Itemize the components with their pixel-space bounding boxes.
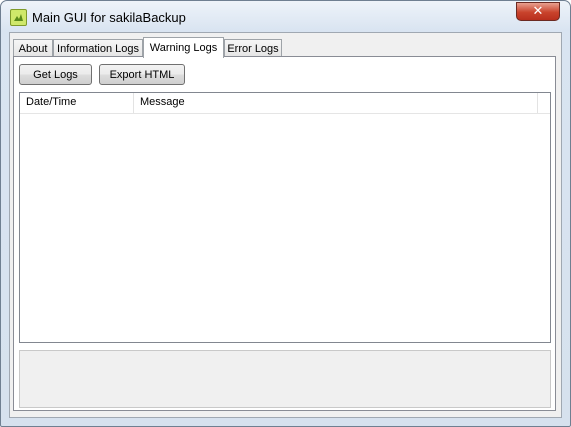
tab-information-logs[interactable]: Information Logs <box>53 39 143 57</box>
list-body[interactable] <box>20 114 550 342</box>
tab-about[interactable]: About <box>13 39 53 57</box>
column-header-message[interactable]: Message <box>134 93 538 113</box>
close-button[interactable]: ✕ <box>516 2 560 21</box>
column-header-datetime[interactable]: Date/Time <box>20 93 134 113</box>
tab-error-logs[interactable]: Error Logs <box>224 39 282 57</box>
client-area: About Information Logs Warning Logs Erro… <box>9 32 562 418</box>
list-header: Date/Time Message <box>20 93 550 114</box>
export-html-button[interactable]: Export HTML <box>99 64 185 85</box>
tab-warning-logs[interactable]: Warning Logs <box>143 37 224 58</box>
app-icon <box>10 9 27 26</box>
warning-logs-panel: Get Logs Export HTML Date/Time Message <box>13 56 556 411</box>
get-logs-button[interactable]: Get Logs <box>19 64 92 85</box>
log-list-view[interactable]: Date/Time Message <box>19 92 551 343</box>
title-bar[interactable]: Main GUI for sakilaBackup ✕ <box>1 1 570 33</box>
close-icon: ✕ <box>532 4 544 19</box>
status-panel <box>19 350 551 408</box>
main-window: Main GUI for sakilaBackup ✕ About Inform… <box>0 0 571 427</box>
window-title: Main GUI for sakilaBackup <box>32 10 186 25</box>
